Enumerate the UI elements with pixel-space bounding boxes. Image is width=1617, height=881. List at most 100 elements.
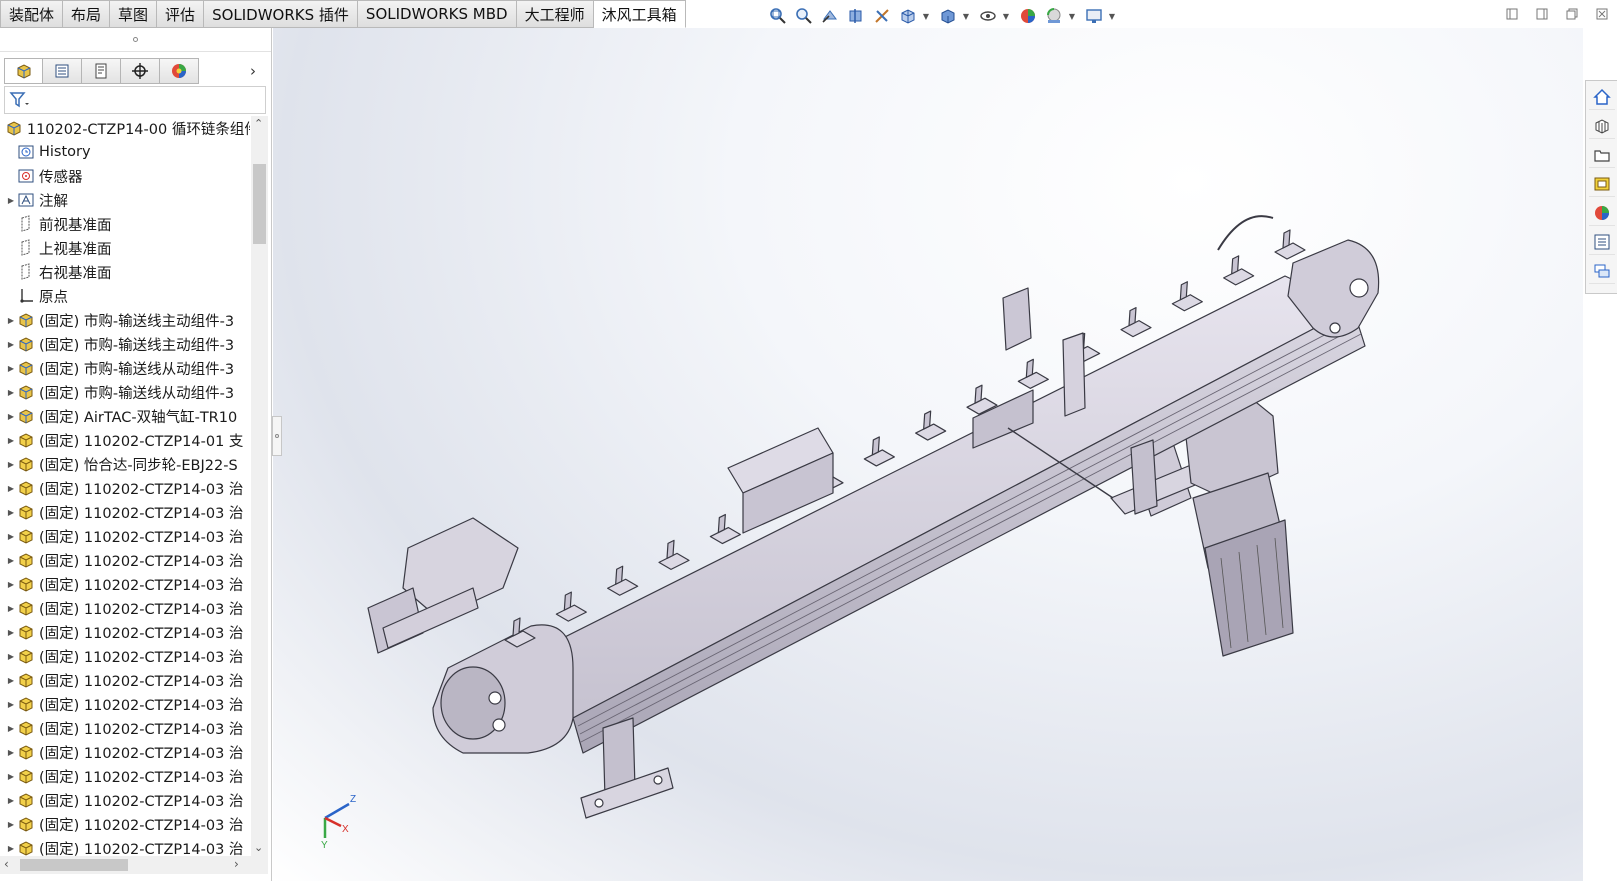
tree-item[interactable]: ▶ (固定) 110202-CTZP14-03 治 [0, 716, 250, 740]
chevron-down-icon[interactable]: ▼ [1108, 12, 1116, 21]
tab-solidworks-mbd[interactable]: SOLIDWORKS MBD [357, 0, 517, 28]
design-library-icon[interactable] [1588, 114, 1615, 139]
tree-item[interactable]: History [0, 140, 250, 164]
section-view-icon[interactable] [844, 5, 868, 27]
restore-window-icon[interactable] [1563, 6, 1581, 22]
tree-item[interactable]: ▶ (固定) 110202-CTZP14-03 治 [0, 788, 250, 812]
scroll-down-icon[interactable]: ⌄ [254, 841, 263, 854]
forum-icon[interactable] [1588, 259, 1615, 284]
tab-solidworks-addins[interactable]: SOLIDWORKS 插件 [204, 0, 358, 28]
chevron-down-icon[interactable]: ▼ [1002, 12, 1010, 21]
close-window-icon[interactable] [1593, 6, 1611, 22]
file-explorer-icon[interactable] [1588, 143, 1615, 168]
view-settings-icon[interactable] [1082, 5, 1106, 27]
chevron-down-icon[interactable]: ▼ [922, 12, 930, 21]
custom-properties-icon[interactable] [1588, 230, 1615, 255]
expand-arrow-icon[interactable]: ▶ [6, 532, 16, 541]
expand-arrow-icon[interactable]: ▶ [6, 676, 16, 685]
expand-arrow-icon[interactable]: ▶ [6, 412, 16, 421]
expand-arrow-icon[interactable]: ▶ [6, 772, 16, 781]
tab-big-engineer[interactable]: 大工程师 [516, 0, 594, 28]
view-palette-icon[interactable] [1588, 172, 1615, 197]
scroll-left-icon[interactable]: ‹ [4, 857, 9, 871]
home-icon[interactable] [1588, 85, 1615, 110]
edit-appearance-icon[interactable] [1016, 5, 1040, 27]
expand-arrow-icon[interactable]: ▶ [6, 748, 16, 757]
view-orientation-icon[interactable] [896, 5, 920, 27]
expand-arrow-icon[interactable]: ▶ [6, 844, 16, 853]
tree-item[interactable]: 传感器 [0, 164, 250, 188]
tab-assembly[interactable]: 装配体 [0, 0, 64, 28]
expand-arrow-icon[interactable]: ▶ [6, 364, 16, 373]
scroll-thumb[interactable] [20, 859, 128, 871]
tab-evaluate[interactable]: 评估 [157, 0, 205, 28]
tree-vertical-scrollbar[interactable]: ⌃ ⌄ [251, 116, 268, 856]
apply-scene-icon[interactable] [1042, 5, 1066, 27]
tree-item[interactable]: ▶ (固定) 110202-CTZP14-03 治 [0, 644, 250, 668]
expand-arrow-icon[interactable]: ▶ [6, 436, 16, 445]
dimxpert-manager-tab-icon[interactable] [121, 58, 160, 84]
tree-root-assembly[interactable]: 110202-CTZP14-00 循环链条组件 [0, 116, 250, 140]
hide-show-icon[interactable] [976, 5, 1000, 27]
expand-arrow-icon[interactable]: ▶ [6, 316, 16, 325]
dock-left-icon[interactable] [1503, 6, 1521, 22]
expand-arrow-icon[interactable]: ▶ [6, 652, 16, 661]
tree-item[interactable]: ▶ (固定) 110202-CTZP14-01 支 [0, 428, 250, 452]
dock-right-icon[interactable] [1533, 6, 1551, 22]
tab-sketch[interactable]: 草图 [110, 0, 158, 28]
tree-item[interactable]: ▶ (固定) 110202-CTZP14-03 治 [0, 812, 250, 836]
display-manager-tab-icon[interactable] [160, 58, 199, 84]
tree-item[interactable]: ▶ (固定) AirTAC-双轴气缸-TR10 [0, 404, 250, 428]
tree-item[interactable]: ▶ (固定) 110202-CTZP14-03 治 [0, 500, 250, 524]
chevron-down-icon[interactable]: ▼ [1068, 12, 1076, 21]
tree-item[interactable]: ▶ (固定) 110202-CTZP14-03 治 [0, 836, 250, 856]
chevron-down-icon[interactable]: ▼ [962, 12, 970, 21]
property-manager-tab-icon[interactable] [43, 58, 82, 84]
expand-arrow-icon[interactable]: ▶ [6, 796, 16, 805]
tree-item[interactable]: ▶ (固定) 市购-输送线主动组件-3 [0, 308, 250, 332]
zoom-to-fit-icon[interactable] [766, 5, 790, 27]
tree-item[interactable]: 前视基准面 [0, 212, 250, 236]
expand-arrow-icon[interactable]: ▶ [6, 580, 16, 589]
scroll-thumb[interactable] [253, 164, 266, 244]
tree-item[interactable]: ▶ (固定) 110202-CTZP14-03 治 [0, 740, 250, 764]
tree-item[interactable]: ▶ (固定) 市购-输送线主动组件-3 [0, 332, 250, 356]
tree-item[interactable]: 原点 [0, 284, 250, 308]
tree-item[interactable]: ▶ (固定) 110202-CTZP14-03 治 [0, 620, 250, 644]
tree-item[interactable]: ▶ (固定) 市购-输送线从动组件-3 [0, 380, 250, 404]
dynamic-annotation-icon[interactable] [870, 5, 894, 27]
previous-view-icon[interactable] [818, 5, 842, 27]
tree-item[interactable]: ▶ (固定) 110202-CTZP14-03 治 [0, 476, 250, 500]
expand-arrow-icon[interactable]: ▶ [6, 628, 16, 637]
expand-arrow-icon[interactable]: ▶ [6, 700, 16, 709]
tree-item[interactable]: 右视基准面 [0, 260, 250, 284]
tree-item[interactable]: ▶ (固定) 110202-CTZP14-03 治 [0, 668, 250, 692]
tree-filter[interactable] [4, 86, 266, 114]
expand-arrow-icon[interactable]: ▶ [6, 460, 16, 469]
expand-arrow-icon[interactable]: ▶ [6, 508, 16, 517]
configuration-manager-tab-icon[interactable] [82, 58, 121, 84]
tree-item[interactable]: ▶ (固定) 110202-CTZP14-03 治 [0, 524, 250, 548]
feature-manager-tab-icon[interactable] [4, 58, 43, 84]
expand-arrow-icon[interactable]: ▶ [6, 820, 16, 829]
expand-arrow-icon[interactable]: ▶ [6, 604, 16, 613]
expand-arrow-icon[interactable]: ▶ [6, 556, 16, 565]
tree-item[interactable]: ▶ (固定) 110202-CTZP14-03 治 [0, 764, 250, 788]
scroll-up-icon[interactable]: ⌃ [254, 117, 263, 130]
conveyor-assembly-model[interactable] [273, 28, 1583, 881]
panel-grip[interactable] [0, 28, 271, 52]
tab-layout[interactable]: 布局 [63, 0, 111, 28]
scroll-right-icon[interactable]: › [234, 857, 239, 871]
tree-item[interactable]: ▶ (固定) 110202-CTZP14-03 治 [0, 572, 250, 596]
tree-item[interactable]: ▶ (固定) 110202-CTZP14-03 治 [0, 692, 250, 716]
tree-item[interactable]: ▶ (固定) 怡合达-同步轮-EBJ22-S [0, 452, 250, 476]
expand-arrow-icon[interactable]: ▶ [6, 196, 16, 205]
panel-collapse-handle[interactable] [272, 416, 282, 456]
tree-item[interactable]: ▶ (固定) 110202-CTZP14-03 治 [0, 548, 250, 572]
tree-item[interactable]: ▶ (固定) 市购-输送线从动组件-3 [0, 356, 250, 380]
tree-horizontal-scrollbar[interactable]: ‹ › [0, 856, 268, 874]
tree-item[interactable]: 上视基准面 [0, 236, 250, 260]
tab-mufeng-toolbox[interactable]: 沐风工具箱 [593, 0, 686, 28]
zoom-to-area-icon[interactable] [792, 5, 816, 27]
display-style-icon[interactable] [936, 5, 960, 27]
